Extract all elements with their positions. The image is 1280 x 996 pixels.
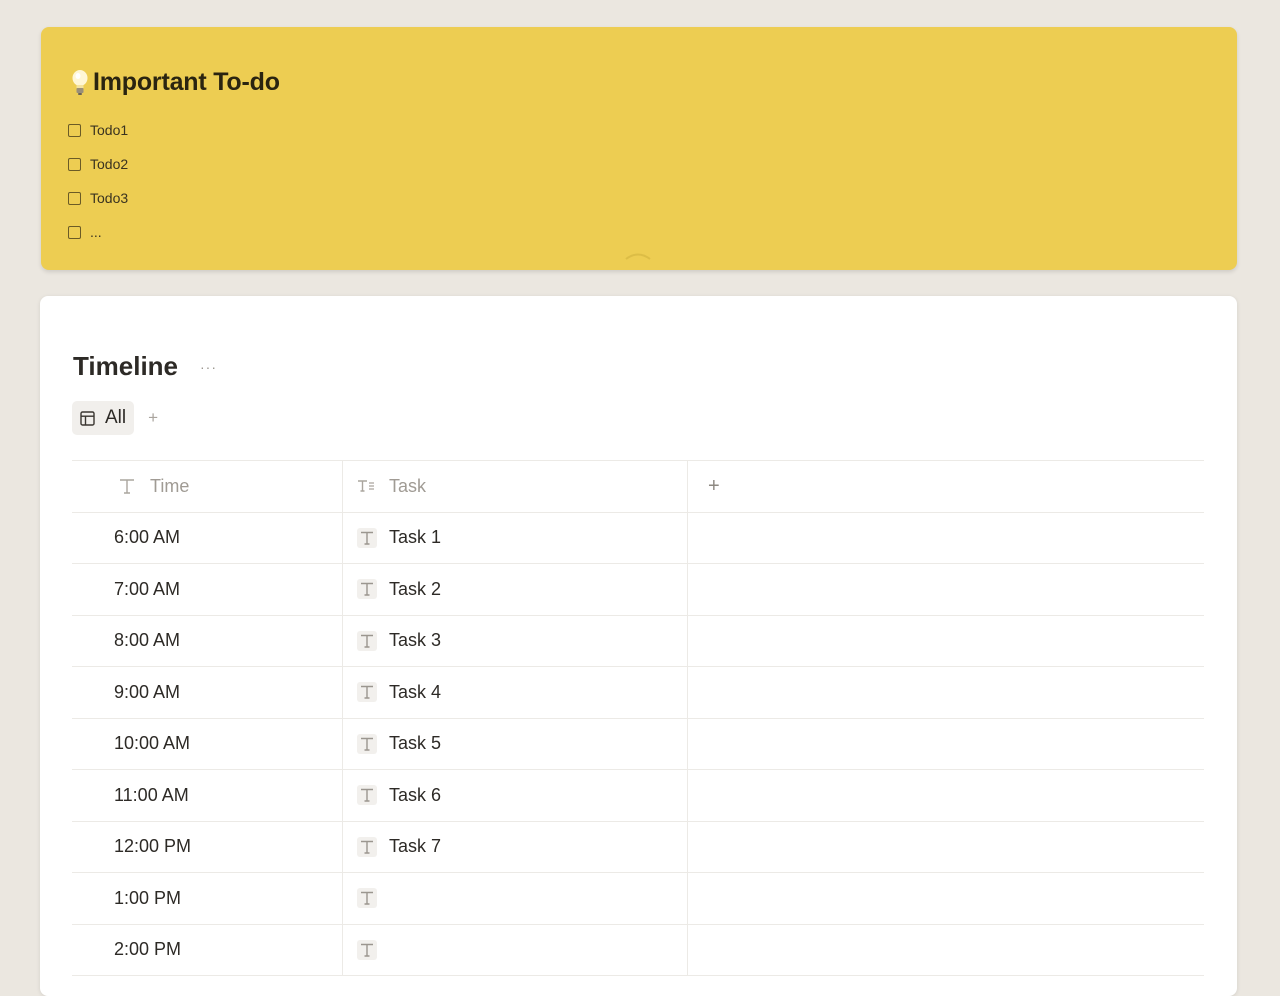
collapse-handle-icon[interactable]: [623, 251, 653, 261]
table-row[interactable]: 2:00 PM: [72, 924, 1204, 976]
view-tabs: All +: [72, 401, 158, 435]
timeline-title[interactable]: Timeline: [73, 351, 178, 382]
todo-checkbox[interactable]: [68, 157, 81, 171]
time-cell[interactable]: 1:00 PM: [72, 873, 343, 924]
task-cell[interactable]: Task 6: [343, 770, 688, 821]
empty-cell[interactable]: [688, 873, 1204, 924]
empty-cell[interactable]: [688, 667, 1204, 718]
table-icon: [80, 410, 95, 426]
task-value: Task 6: [389, 784, 442, 805]
time-cell[interactable]: 8:00 AM: [72, 615, 343, 666]
column-header-task[interactable]: Task: [343, 461, 688, 512]
column-header-time[interactable]: Time: [72, 461, 343, 512]
lightbulb-icon: [72, 69, 88, 95]
time-value: 7:00 AM: [114, 578, 181, 599]
empty-cell[interactable]: [688, 822, 1204, 873]
empty-cell[interactable]: [688, 925, 1204, 976]
column-header-label: Time: [150, 475, 190, 496]
task-cell[interactable]: Task 3: [343, 615, 688, 666]
task-cell[interactable]: Task 1: [343, 512, 688, 563]
time-cell[interactable]: 11:00 AM: [72, 770, 343, 821]
add-column-button[interactable]: +: [708, 475, 720, 498]
task-cell[interactable]: Task 7: [343, 821, 688, 872]
timeline-header: Timeline ···: [73, 351, 217, 382]
text-type-icon: [357, 733, 377, 754]
task-value: Task 1: [389, 527, 442, 548]
todo-label[interactable]: Todo3: [90, 190, 128, 206]
todo-label[interactable]: Todo1: [90, 122, 128, 138]
text-type-icon: [357, 836, 377, 857]
text-type-icon: [357, 682, 377, 703]
table-row[interactable]: 7:00 AM Task 2: [72, 564, 1204, 616]
table-row[interactable]: 10:00 AM Task 5: [72, 718, 1204, 770]
todo-item: ...: [68, 215, 128, 249]
text-type-icon: [357, 939, 377, 960]
text-list-type-icon: [358, 480, 374, 492]
todo-checkbox[interactable]: [68, 123, 81, 137]
table-row[interactable]: 11:00 AM Task 6: [72, 770, 1204, 822]
task-value: Task 4: [389, 681, 442, 702]
time-value: 10:00 AM: [114, 733, 191, 754]
time-value: 8:00 AM: [114, 630, 181, 651]
table-row[interactable]: 9:00 AM Task 4: [72, 667, 1204, 719]
time-cell[interactable]: 10:00 AM: [72, 718, 343, 769]
time-value: 6:00 AM: [114, 527, 181, 548]
time-cell[interactable]: 9:00 AM: [72, 667, 343, 718]
task-value: Task 5: [389, 733, 442, 754]
text-type-icon: [357, 527, 377, 548]
todo-checkbox[interactable]: [68, 225, 81, 239]
view-tab-all[interactable]: All: [72, 401, 135, 435]
table-row[interactable]: 6:00 AM Task 1: [72, 512, 1204, 564]
task-cell[interactable]: Task 4: [343, 667, 688, 718]
table-row[interactable]: 1:00 PM: [72, 873, 1204, 925]
table-header-row: Time Task +: [72, 461, 1204, 513]
todo-title-text: Important To-do: [93, 68, 280, 96]
task-cell[interactable]: [343, 924, 688, 975]
empty-cell[interactable]: [688, 719, 1204, 770]
empty-cell[interactable]: [688, 616, 1204, 667]
todo-item: Todo2: [68, 147, 128, 181]
text-type-icon: [120, 479, 134, 494]
time-value: 11:00 AM: [114, 784, 189, 805]
empty-cell[interactable]: [688, 564, 1204, 615]
todo-checkbox[interactable]: [68, 191, 81, 205]
important-todo-callout: Important To-do Todo1 Todo2 Todo3 ...: [41, 27, 1237, 270]
timeline-database: Timeline ··· All + Time Task + 6:00 AM T…: [40, 296, 1237, 996]
view-tab-label: All: [105, 407, 127, 428]
todo-label[interactable]: Todo2: [90, 156, 128, 172]
task-cell[interactable]: Task 2: [343, 564, 688, 615]
table-body: 6:00 AM Task 1 7:00 AM Task 2 8:00 AM Ta…: [72, 512, 1204, 976]
time-value: 12:00 PM: [114, 836, 192, 857]
todo-list: Todo1 Todo2 Todo3 ...: [68, 113, 128, 249]
todo-item: Todo1: [68, 113, 128, 147]
time-value: 1:00 PM: [114, 887, 182, 908]
empty-cell[interactable]: [688, 513, 1204, 564]
time-value: 9:00 AM: [114, 681, 181, 702]
todo-item: Todo3: [68, 181, 128, 215]
time-cell[interactable]: 6:00 AM: [72, 512, 343, 563]
table-row[interactable]: 8:00 AM Task 3: [72, 615, 1204, 667]
time-cell[interactable]: 2:00 PM: [72, 924, 343, 975]
add-column-cell: +: [688, 461, 1204, 512]
task-cell[interactable]: Task 5: [343, 718, 688, 769]
column-header-label: Task: [389, 475, 427, 496]
text-type-icon: [357, 630, 377, 651]
time-cell[interactable]: 12:00 PM: [72, 821, 343, 872]
table-row[interactable]: 12:00 PM Task 7: [72, 821, 1204, 873]
empty-cell[interactable]: [688, 770, 1204, 821]
task-value: Task 7: [389, 836, 442, 857]
timeline-table: Time Task + 6:00 AM Task 1 7:00 AM Task …: [72, 460, 1204, 976]
add-view-button[interactable]: +: [148, 408, 158, 428]
text-type-icon: [357, 785, 377, 806]
time-cell[interactable]: 7:00 AM: [72, 564, 343, 615]
time-value: 2:00 PM: [114, 939, 182, 960]
todo-label[interactable]: ...: [90, 224, 102, 240]
todo-title: Important To-do: [71, 68, 280, 97]
text-type-icon: [357, 579, 377, 600]
task-cell[interactable]: [343, 873, 688, 924]
task-value: Task 2: [389, 578, 442, 599]
text-type-icon: [357, 888, 377, 909]
task-value: Task 3: [389, 630, 442, 651]
more-options-icon[interactable]: ···: [200, 360, 217, 374]
